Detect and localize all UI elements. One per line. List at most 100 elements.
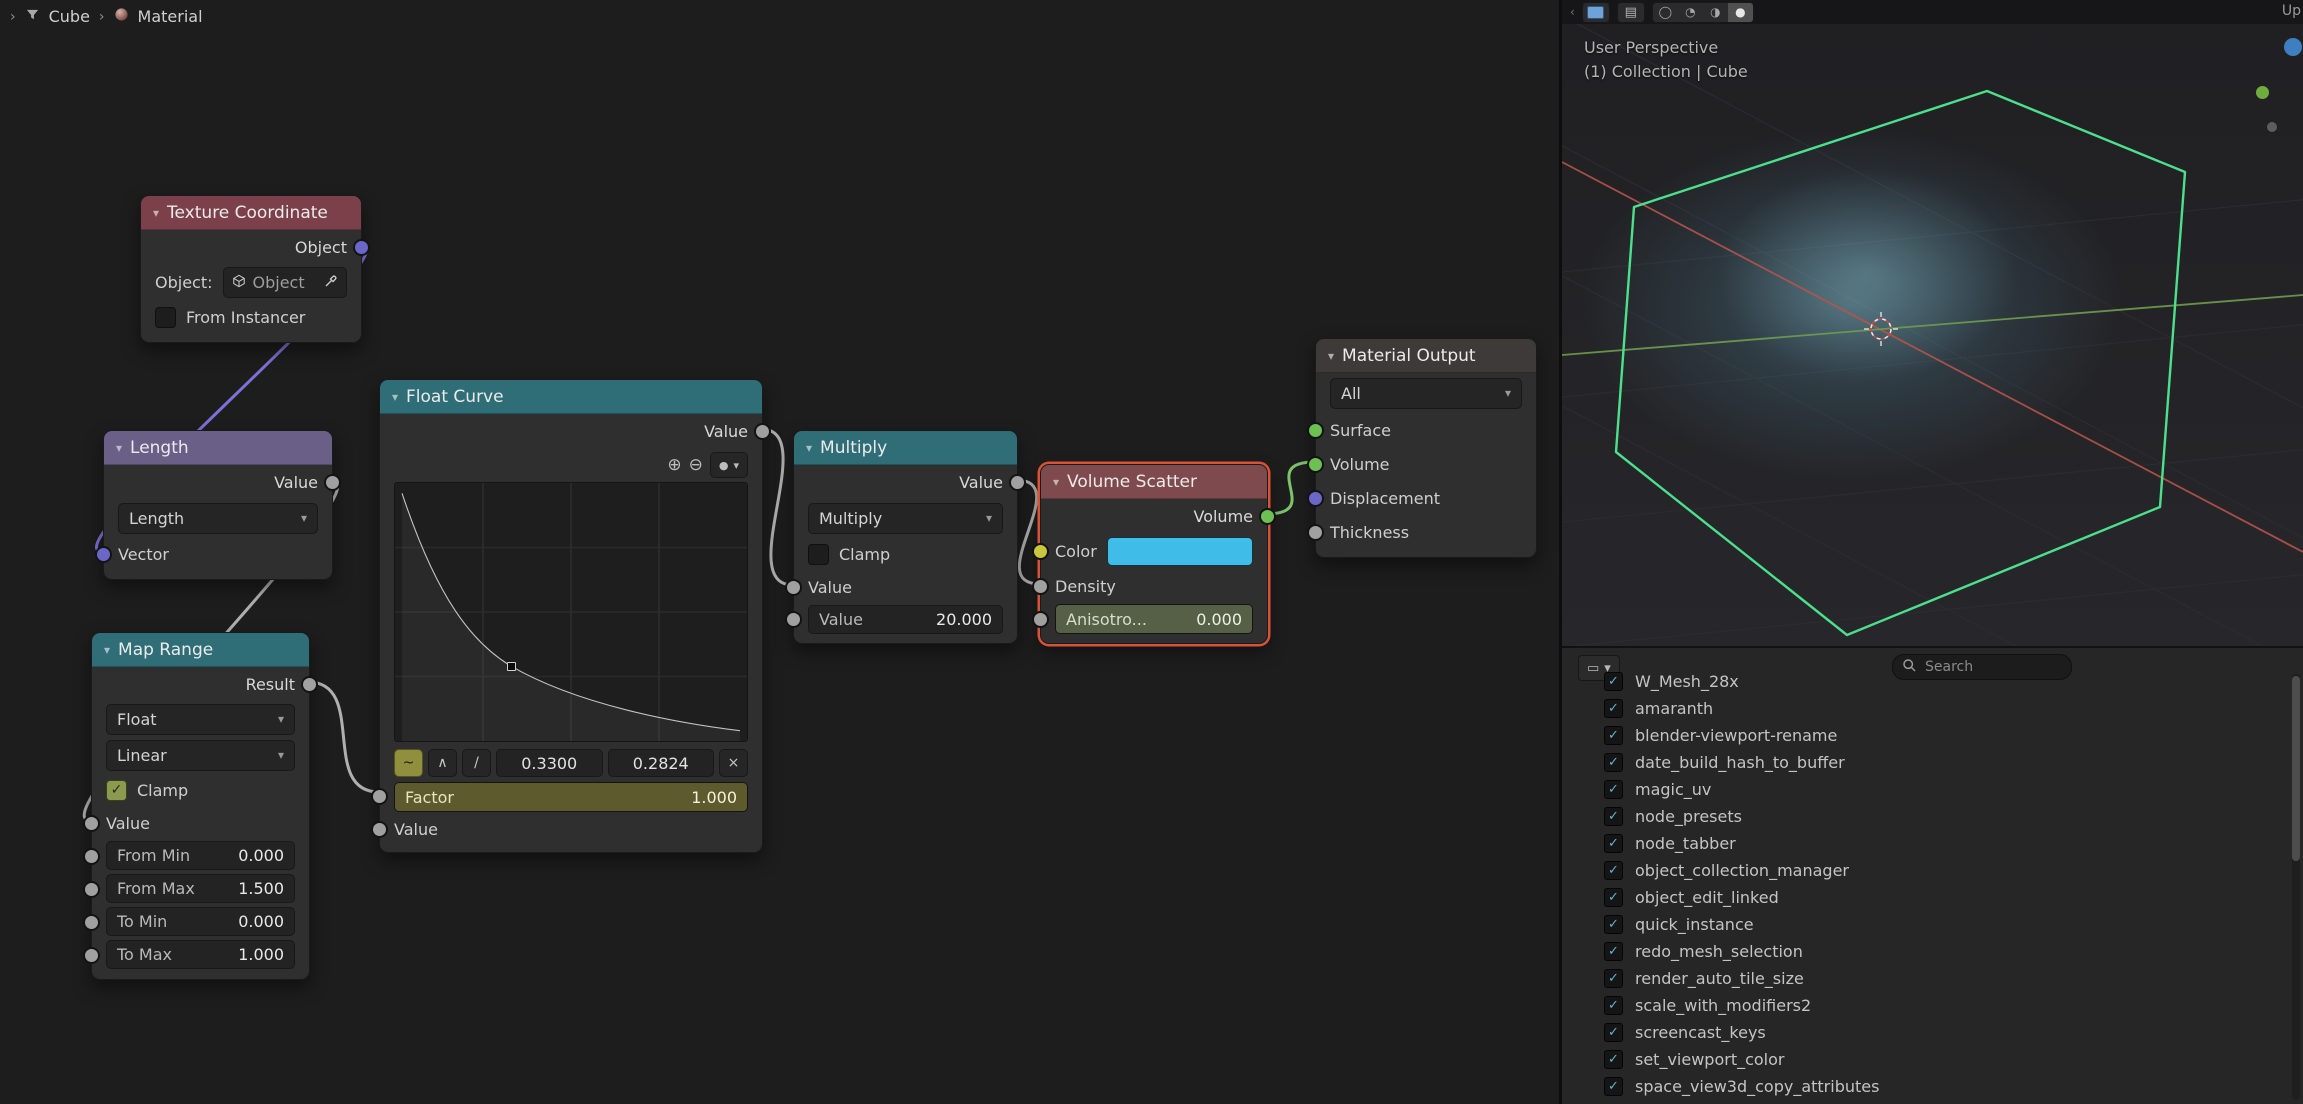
interpolation-dropdown[interactable]: Linear ▾ <box>106 740 295 771</box>
socket-displacement-input[interactable] <box>1307 490 1324 507</box>
node-material-output[interactable]: ▾ Material Output All ▾ Surface Volume D… <box>1315 338 1537 558</box>
anisotropy-slider[interactable]: Anisotro... 0.000 <box>1055 604 1253 634</box>
point-x-field[interactable]: 0.3300 <box>496 749 603 777</box>
addon-checkbox[interactable] <box>1604 1050 1623 1069</box>
editor-type-button[interactable] <box>1582 2 1610 23</box>
addon-row[interactable]: object_edit_linked <box>1562 884 2303 911</box>
collapse-chevron-icon[interactable]: ▾ <box>1328 349 1334 363</box>
color-swatch[interactable] <box>1107 537 1253 566</box>
socket-color-input[interactable] <box>1032 543 1049 560</box>
socket-anisotropy-input[interactable] <box>1032 611 1049 628</box>
socket-value-output[interactable] <box>324 474 341 491</box>
node-header[interactable]: ▾ Material Output <box>1316 339 1536 373</box>
overlays-button[interactable]: ▤ <box>1617 2 1645 23</box>
addon-row[interactable]: quick_instance <box>1562 911 2303 938</box>
curve-editor[interactable] <box>394 482 748 742</box>
eyedropper-icon[interactable] <box>324 273 338 292</box>
collapse-chevron-icon[interactable]: ▾ <box>153 206 159 220</box>
addon-row[interactable]: blender-viewport-rename <box>1562 722 2303 749</box>
addon-checkbox[interactable] <box>1604 699 1623 718</box>
zoom-in-icon[interactable]: ⊕ <box>667 455 681 475</box>
from-instancer-checkbox[interactable] <box>155 307 176 328</box>
handle-vector-icon[interactable]: ∧ <box>428 749 457 777</box>
output-target-dropdown[interactable]: All ▾ <box>1330 378 1522 409</box>
addon-checkbox[interactable] <box>1604 753 1623 772</box>
addons-scrollbar[interactable] <box>2292 674 2300 1100</box>
addon-row[interactable]: node_tabber <box>1562 830 2303 857</box>
socket-vector-input[interactable] <box>95 546 112 563</box>
region-chevron-icon[interactable]: ‹ <box>1570 5 1575 19</box>
node-map-range[interactable]: ▾ Map Range Result Float ▾ Linear ▾ Clam… <box>91 632 310 980</box>
breadcrumb-object[interactable]: Cube <box>49 7 90 26</box>
from-max-field[interactable]: From Max 1.500 <box>106 874 295 903</box>
value-field[interactable]: Value 20.000 <box>808 605 1003 634</box>
node-length[interactable]: ▾ Length Value Length ▾ Vector <box>103 430 333 580</box>
addon-row[interactable]: date_build_hash_to_buffer <box>1562 749 2303 776</box>
socket-thickness-input[interactable] <box>1307 524 1324 541</box>
viewport-3d[interactable]: User Perspective (1) Collection | Cube <box>1562 24 2303 646</box>
addon-row[interactable]: amaranth <box>1562 695 2303 722</box>
to-max-field[interactable]: To Max 1.000 <box>106 940 295 969</box>
collapse-chevron-icon[interactable]: ▾ <box>116 441 122 455</box>
addon-row[interactable]: node_presets <box>1562 803 2303 830</box>
socket-from-max-input[interactable] <box>83 881 100 898</box>
socket-result-output[interactable] <box>301 676 318 693</box>
delete-point-icon[interactable]: × <box>719 749 748 777</box>
curve-control-point[interactable] <box>507 662 516 671</box>
data-type-dropdown[interactable]: Float ▾ <box>106 704 295 735</box>
nav-gizmo-gray-dot[interactable] <box>2267 122 2277 132</box>
addon-checkbox[interactable] <box>1604 1077 1623 1096</box>
addons-scrollbar-thumb[interactable] <box>2292 676 2300 861</box>
node-header[interactable]: ▾ Multiply <box>794 431 1017 465</box>
addon-checkbox[interactable] <box>1604 672 1623 691</box>
socket-value-input-2[interactable] <box>785 611 802 628</box>
addon-checkbox[interactable] <box>1604 888 1623 907</box>
socket-factor-input[interactable] <box>371 788 388 805</box>
handle-auto-icon[interactable]: ~ <box>394 749 423 777</box>
vector-math-operation-dropdown[interactable]: Length ▾ <box>118 503 318 534</box>
addon-checkbox[interactable] <box>1604 996 1623 1015</box>
addon-checkbox[interactable] <box>1604 780 1623 799</box>
collapse-chevron-icon[interactable]: ▾ <box>392 390 398 404</box>
math-operation-dropdown[interactable]: Multiply ▾ <box>808 503 1003 534</box>
addon-row[interactable]: space_view3d_copy_attributes <box>1562 1073 2303 1100</box>
addon-row[interactable]: scale_with_modifiers2 <box>1562 992 2303 1019</box>
point-y-field[interactable]: 0.2824 <box>608 749 715 777</box>
socket-density-input[interactable] <box>1032 578 1049 595</box>
socket-value-input-1[interactable] <box>785 579 802 596</box>
socket-from-min-input[interactable] <box>83 848 100 865</box>
socket-value-input[interactable] <box>83 815 100 832</box>
nav-gizmo-blue-dot[interactable] <box>2284 38 2302 56</box>
socket-to-max-input[interactable] <box>83 947 100 964</box>
socket-value-input[interactable] <box>371 821 388 838</box>
node-float-curve[interactable]: ▾ Float Curve Value ⊕ ⊖ ● ▾ <box>379 379 763 853</box>
clamp-checkbox[interactable] <box>808 544 829 565</box>
addon-checkbox[interactable] <box>1604 807 1623 826</box>
socket-value-output[interactable] <box>754 423 771 440</box>
addon-row[interactable]: screencast_keys <box>1562 1019 2303 1046</box>
node-header[interactable]: ▾ Float Curve <box>380 380 762 414</box>
addon-checkbox[interactable] <box>1604 942 1623 961</box>
handle-free-icon[interactable]: / <box>462 749 491 777</box>
addon-row[interactable] <box>1562 1100 2303 1104</box>
rendered-shading-icon[interactable]: ● <box>1728 3 1753 22</box>
breadcrumb-chevron-icon[interactable]: › <box>10 9 16 25</box>
breadcrumb-material[interactable]: Material <box>138 7 203 26</box>
solid-shading-icon[interactable]: ◔ <box>1678 3 1703 22</box>
collapse-chevron-icon[interactable]: ▾ <box>1053 475 1059 489</box>
addon-row[interactable]: render_auto_tile_size <box>1562 965 2303 992</box>
wireframe-shading-icon[interactable]: ◯ <box>1653 3 1678 22</box>
addon-checkbox[interactable] <box>1604 861 1623 880</box>
addon-checkbox[interactable] <box>1604 1023 1623 1042</box>
node-multiply[interactable]: ▾ Multiply Value Multiply ▾ Clamp Value … <box>793 430 1018 644</box>
clamp-checkbox[interactable] <box>106 780 127 801</box>
from-min-field[interactable]: From Min 0.000 <box>106 841 295 870</box>
object-selector[interactable]: Object <box>223 267 348 298</box>
curve-options-dropdown[interactable]: ● ▾ <box>710 452 748 478</box>
node-header[interactable]: ▾ Volume Scatter <box>1041 465 1267 499</box>
material-shading-icon[interactable]: ◑ <box>1703 3 1728 22</box>
nav-gizmo-green-dot[interactable] <box>2256 86 2269 99</box>
addon-checkbox[interactable] <box>1604 915 1623 934</box>
node-header[interactable]: ▾ Length <box>104 431 332 465</box>
collapse-chevron-icon[interactable]: ▾ <box>104 643 110 657</box>
